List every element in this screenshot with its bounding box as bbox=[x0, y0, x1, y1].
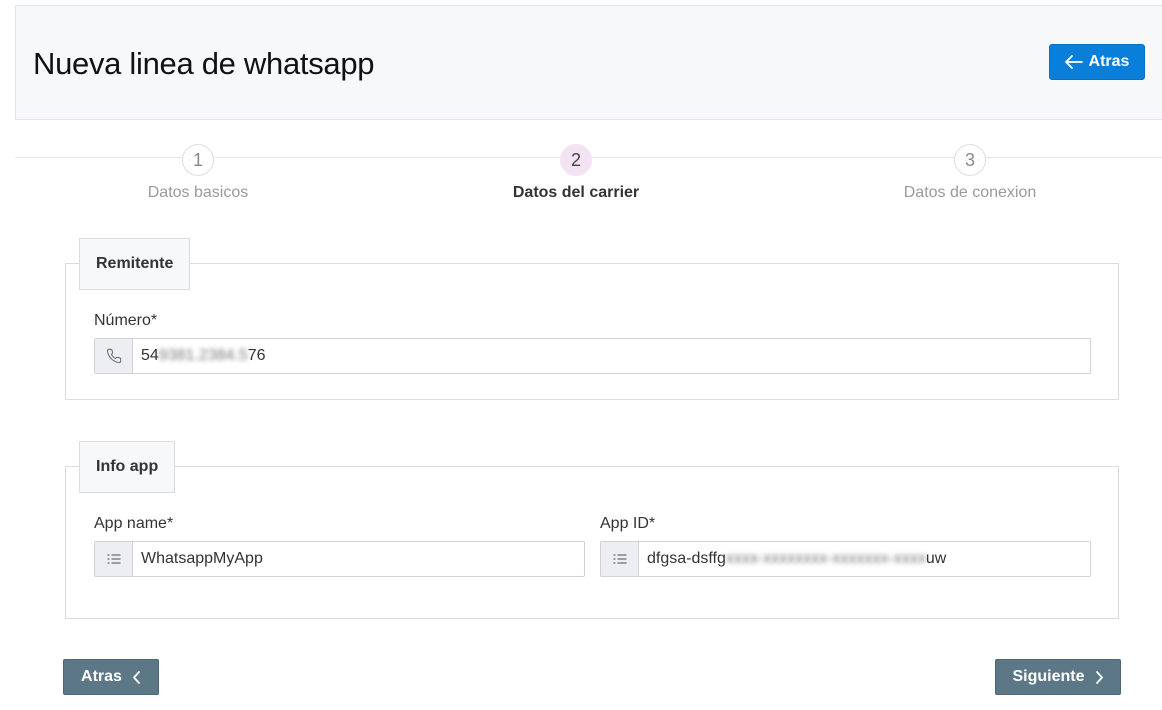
remitente-fieldset: Remitente Número* 549381.2384.576 bbox=[65, 238, 1119, 400]
step-label: Datos basicos bbox=[147, 184, 249, 201]
app-name-input-group: WhatsappMyApp bbox=[94, 541, 585, 577]
step-datos-de-conexion[interactable]: 3 Datos de conexion bbox=[820, 144, 1120, 202]
numero-input-group: 549381.2384.576 bbox=[94, 338, 1091, 374]
step-datos-del-carrier[interactable]: 2 Datos del carrier bbox=[426, 144, 726, 202]
page-header: Nueva linea de whatsapp Atras bbox=[15, 5, 1162, 120]
arrow-left-icon bbox=[1064, 55, 1083, 69]
phone-icon bbox=[106, 348, 121, 364]
numero-value-end: 76 bbox=[247, 347, 266, 364]
step-datos-basicos[interactable]: 1 Datos basicos bbox=[48, 144, 348, 202]
next-button-label: Siguiente bbox=[1012, 668, 1085, 685]
prev-button[interactable]: Atras bbox=[63, 659, 159, 695]
numero-input[interactable]: 549381.2384.576 bbox=[133, 339, 1090, 373]
step-label: Datos del carrier bbox=[512, 184, 640, 201]
step-label: Datos de conexion bbox=[903, 184, 1037, 201]
list-icon bbox=[612, 554, 627, 564]
list-icon bbox=[106, 554, 121, 564]
numero-value-start: 54 bbox=[141, 347, 159, 364]
page-title: Nueva linea de whatsapp bbox=[33, 46, 375, 81]
step-number: 2 bbox=[560, 144, 592, 176]
app-id-addon bbox=[601, 542, 639, 576]
numero-addon bbox=[95, 339, 133, 373]
app-name-label: App name* bbox=[94, 515, 174, 532]
info-app-legend: Info app bbox=[79, 441, 176, 493]
next-button[interactable]: Siguiente bbox=[995, 659, 1121, 695]
numero-value-blurred: 9381.2384.5 bbox=[158, 347, 248, 364]
app-id-value-end: uw bbox=[925, 550, 947, 567]
app-id-value-start: dfgsa-dsffg bbox=[647, 550, 726, 567]
back-button-top[interactable]: Atras bbox=[1049, 44, 1145, 80]
prev-button-label: Atras bbox=[81, 668, 122, 685]
step-number: 1 bbox=[182, 144, 214, 176]
step-number: 3 bbox=[954, 144, 986, 176]
back-button-label: Atras bbox=[1088, 53, 1130, 70]
app-name-input[interactable]: WhatsappMyApp bbox=[133, 542, 584, 576]
numero-label: Número* bbox=[94, 312, 158, 329]
info-app-fieldset: Info app App name* WhatsappMyApp App ID*… bbox=[65, 441, 1119, 619]
app-id-label: App ID* bbox=[600, 515, 656, 532]
app-id-value-blurred: xxxx-xxxxxxxx-xxxxxxx-xxxx bbox=[725, 550, 926, 567]
app-id-input-group: dfgsa-dsffgxxxx-xxxxxxxx-xxxxxxx-xxxxuw bbox=[600, 541, 1091, 577]
remitente-legend: Remitente bbox=[79, 238, 191, 290]
chevron-right-icon bbox=[1095, 670, 1103, 684]
chevron-left-icon bbox=[133, 670, 140, 684]
app-id-input[interactable]: dfgsa-dsffgxxxx-xxxxxxxx-xxxxxxx-xxxxuw bbox=[639, 542, 1090, 576]
app-name-addon bbox=[95, 542, 133, 576]
